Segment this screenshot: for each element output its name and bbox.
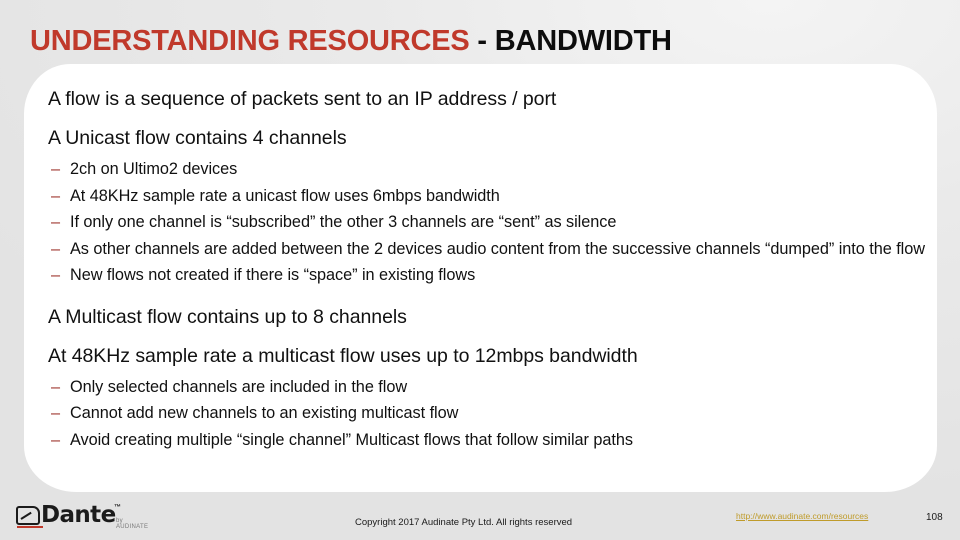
dante-logo: Dante ™ by AUDINATE — [16, 502, 151, 530]
bullet-level1: A Multicast flow contains up to 8 channe… — [48, 305, 407, 328]
slide-footer: Dante ™ by AUDINATE Copyright 2017 Audin… — [0, 495, 960, 540]
bullet-level2: – Avoid creating multiple “single channe… — [48, 431, 943, 451]
dante-mark-icon — [16, 506, 40, 525]
page-title-accent: UNDERSTANDING RESOURCES — [30, 25, 470, 57]
bullet-level2-label: Only selected channels are included in t… — [70, 377, 408, 396]
bullet-level2-label: 2ch on Ultimo2 devices — [70, 160, 238, 178]
bullet-level2: – New flows not created if there is “spa… — [48, 266, 943, 286]
bullet-level2-label: Cannot add new channels to an existing m… — [70, 404, 459, 422]
dash-bullet-icon: – — [51, 377, 61, 396]
bullet-level2: – At 48KHz sample rate a unicast flow us… — [48, 187, 943, 207]
dante-accent-underline — [17, 526, 43, 528]
slide-canvas: UNDERSTANDING RESOURCES - BANDWIDTH A fl… — [0, 0, 960, 540]
bullet-level2-label: If only one channel is “subscribed” the … — [70, 213, 617, 231]
bullet-level1: At 48KHz sample rate a multicast flow us… — [48, 344, 638, 367]
bullet-level2-label: Avoid creating multiple “single channel”… — [70, 430, 633, 449]
slide-body: A flow is a sequence of packets sent to … — [48, 88, 943, 450]
bullet-level2: – 2ch on Ultimo2 devices — [48, 160, 943, 180]
bullet-level2: – As other channels are added between th… — [48, 240, 943, 260]
dash-bullet-icon: – — [51, 160, 61, 178]
dash-bullet-icon: – — [51, 239, 61, 258]
page-number: 108 — [926, 512, 943, 523]
page-title: UNDERSTANDING RESOURCES - BANDWIDTH — [30, 20, 930, 62]
bullet-level2: – Cannot add new channels to an existing… — [48, 404, 943, 424]
bullet-level2-label: At 48KHz sample rate a unicast flow uses… — [70, 186, 500, 205]
bullet-level2: – If only one channel is “subscribed” th… — [48, 213, 943, 233]
bullet-level1: A Unicast flow contains 4 channels — [48, 127, 347, 149]
dante-subtitle: by AUDINATE — [116, 518, 149, 530]
bullet-level2-label: As other channels are added between the … — [70, 239, 925, 258]
dante-wordmark: Dante — [41, 502, 116, 528]
bullet-level1: A flow is a sequence of packets sent to … — [48, 88, 557, 110]
dash-bullet-icon: – — [51, 404, 61, 422]
bullet-level2: – Only selected channels are included in… — [48, 378, 943, 398]
copyright-text: Copyright 2017 Audinate Pty Ltd. All rig… — [355, 517, 573, 528]
trademark-icon: ™ — [114, 504, 121, 511]
dash-bullet-icon: – — [51, 186, 61, 205]
dash-bullet-icon: – — [51, 213, 61, 231]
page-title-rest: - BANDWIDTH — [469, 25, 672, 57]
dash-bullet-icon: – — [51, 266, 61, 284]
bullet-level2-label: New flows not created if there is “space… — [70, 266, 476, 284]
dash-bullet-icon: – — [51, 430, 61, 449]
resources-link[interactable]: http://www.audinate.com/resources — [736, 511, 868, 521]
